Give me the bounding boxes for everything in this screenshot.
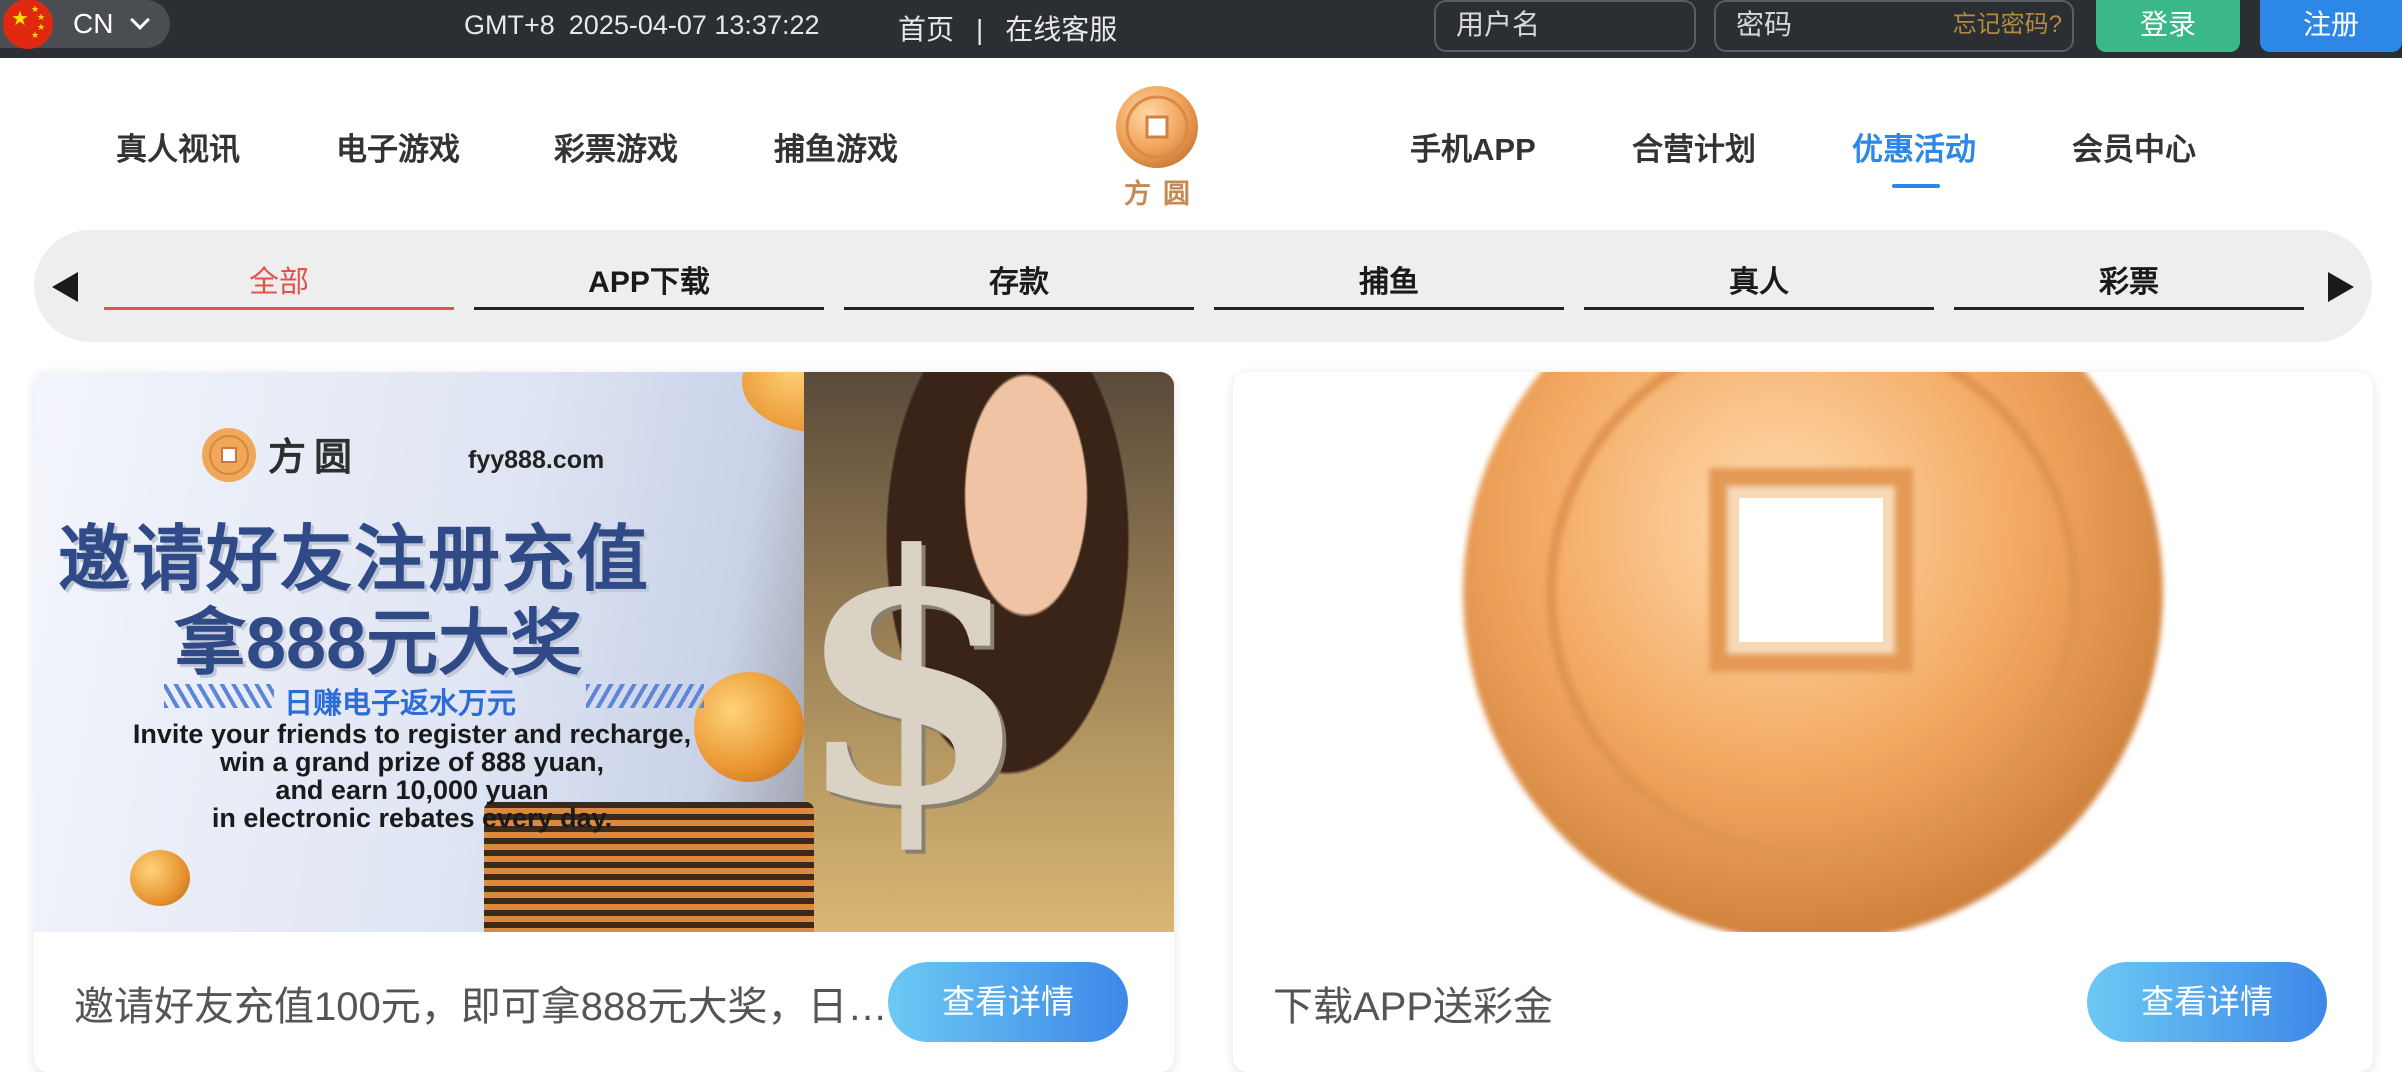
nav-fishing-games[interactable]: 捕鱼游戏 <box>774 124 898 169</box>
banner-subline: 日赚电子返水万元 <box>284 688 517 720</box>
category-deposit[interactable]: 存款 <box>844 266 1194 310</box>
datetime-label: 2025-04-07 13:37:22 <box>568 10 820 40</box>
nav-slot-games[interactable]: 电子游戏 <box>336 124 460 169</box>
promo-banner-invite[interactable]: $ 方圆 fyy888.com 邀请好友注册充值 拿888元大奖 日赚电子返水万… <box>34 372 1174 932</box>
category-live[interactable]: 真人 <box>1584 266 1934 310</box>
nav-live-casino[interactable]: 真人视讯 <box>116 124 240 169</box>
customer-service-link[interactable]: 在线客服 <box>1005 14 1117 45</box>
gold-coin-icon <box>130 850 190 906</box>
register-button[interactable]: 注册 <box>2260 0 2402 52</box>
username-field[interactable] <box>1434 0 1696 52</box>
china-flag-icon: ★ ★ ★ ★ ★ <box>3 0 53 49</box>
banner-english-text: Invite your friends to register and rech… <box>92 720 732 832</box>
banner-brand: 方圆 <box>268 437 361 479</box>
promo-card[interactable]: 下载APP送彩金 查看详情 <box>1233 372 2373 1072</box>
brand-coin-icon <box>202 428 256 482</box>
login-button[interactable]: 登录 <box>2096 0 2240 52</box>
decorative-slashes <box>586 684 704 708</box>
scroll-right-icon[interactable] <box>2328 272 2354 302</box>
language-selector[interactable]: ★ ★ ★ ★ ★ CN <box>0 0 170 49</box>
category-bar: 全部 APP下载 存款 捕鱼 真人 彩票 <box>34 230 2372 342</box>
banner-english-line: and earn 10,000 yuan <box>275 775 549 805</box>
nav-promotions[interactable]: 优惠活动 <box>1852 124 1976 169</box>
dollar-sign-icon: $ <box>794 482 1031 881</box>
promo-card[interactable]: $ 方圆 fyy888.com 邀请好友注册充值 拿888元大奖 日赚电子返水万… <box>34 372 1174 1072</box>
nav-member-center[interactable]: 会员中心 <box>2072 124 2196 169</box>
view-details-button[interactable]: 查看详情 <box>888 962 1128 1042</box>
category-lottery[interactable]: 彩票 <box>1954 266 2304 310</box>
top-links: 首页 | 在线客服 <box>898 8 1117 48</box>
logo-text: 方圆 <box>1124 179 1202 209</box>
category-app-download[interactable]: APP下载 <box>474 266 824 310</box>
banner-url: fyy888.com <box>468 446 605 474</box>
language-code: CN <box>73 8 114 39</box>
big-coin-icon <box>1463 372 2163 932</box>
promo-banner-app[interactable] <box>1233 372 2373 932</box>
banner-english-line: win a grand prize of 888 yuan, <box>219 747 605 777</box>
server-time: GMT+8 2025-04-07 13:37:22 <box>464 10 820 41</box>
decorative-slashes <box>164 684 274 708</box>
banner-english-line: in electronic rebates every day. <box>211 803 613 833</box>
timezone-label: GMT+8 <box>464 10 555 40</box>
view-details-button[interactable]: 查看详情 <box>2087 962 2327 1042</box>
top-link-separator: | <box>976 14 984 45</box>
scroll-left-icon[interactable] <box>52 272 78 302</box>
username-input[interactable] <box>1456 9 1676 41</box>
banner-headline-2: 拿888元大奖 <box>174 604 583 684</box>
nav-mobile-app[interactable]: 手机APP <box>1410 124 1536 169</box>
promo-title: 邀请好友充值100元，即可拿888元大奖，日赚电子返水万元 <box>74 985 894 1029</box>
password-input[interactable] <box>1736 9 1936 41</box>
chevron-down-icon <box>130 10 151 30</box>
top-bar: ★ ★ ★ ★ ★ CN GMT+8 2025-04-07 13:37:22 首页… <box>0 0 2402 58</box>
logo-coin-icon[interactable] <box>1114 84 1200 170</box>
category-all[interactable]: 全部 <box>104 266 454 310</box>
nav-lottery-games[interactable]: 彩票游戏 <box>554 124 678 169</box>
promo-title: 下载APP送彩金 <box>1273 985 1554 1029</box>
banner-english-line: Invite your friends to register and rech… <box>132 719 692 749</box>
category-fishing[interactable]: 捕鱼 <box>1214 266 1564 310</box>
nav-active-indicator <box>1892 184 1940 188</box>
password-field[interactable]: 忘记密码? <box>1714 0 2074 52</box>
nav-partnership[interactable]: 合营计划 <box>1632 124 1756 169</box>
forgot-password-link[interactable]: 忘记密码? <box>1953 2 2062 48</box>
home-link[interactable]: 首页 <box>898 14 954 45</box>
